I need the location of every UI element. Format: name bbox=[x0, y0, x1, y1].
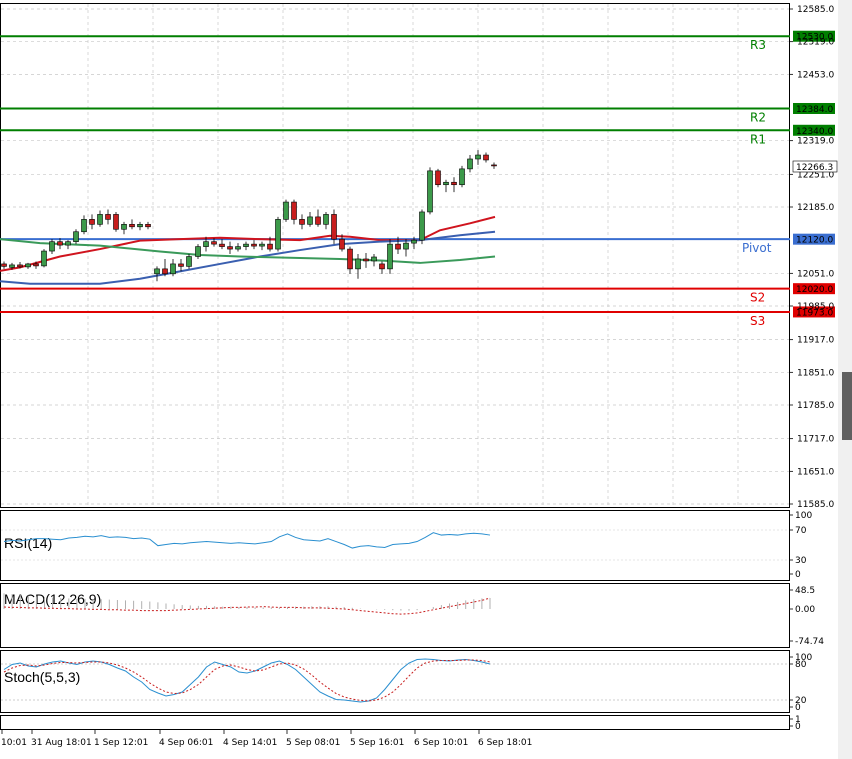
candlestick[interactable] bbox=[435, 168, 441, 188]
indicator-tick-label: 30 bbox=[795, 556, 807, 566]
price-tick-label: 11717.0 bbox=[797, 435, 834, 445]
candlestick[interactable] bbox=[41, 249, 47, 268]
candlestick[interactable] bbox=[459, 165, 465, 188]
level-name-pivot: Pivot bbox=[742, 241, 772, 255]
current-price-tag: 12266.3 bbox=[792, 160, 838, 173]
canvas-bg bbox=[0, 0, 852, 759]
price-tick-label: 11917.0 bbox=[797, 336, 834, 346]
indicator-tick-label: 80 bbox=[795, 660, 807, 670]
time-tick-label: 5 Sep 08:01 bbox=[286, 738, 340, 748]
candlestick[interactable] bbox=[73, 229, 79, 245]
price-tick-label: 11585.0 bbox=[797, 500, 834, 510]
candlestick[interactable] bbox=[387, 239, 393, 274]
price-tick-label: 12051.0 bbox=[797, 269, 834, 279]
level-price-label: 12340.0 bbox=[796, 127, 833, 137]
candlestick[interactable] bbox=[283, 199, 289, 222]
candlestick[interactable] bbox=[427, 167, 433, 215]
indicator-tick-label: 0 bbox=[795, 722, 801, 732]
indicator-tick-label: -74.74 bbox=[795, 637, 824, 647]
candlestick[interactable] bbox=[331, 209, 337, 245]
time-tick-label: 31 Aug 18:01 bbox=[31, 738, 92, 748]
stoch-label: Stoch(5,5,3) bbox=[4, 669, 80, 685]
candlestick[interactable] bbox=[113, 211, 119, 232]
indicator-tick-label: 100 bbox=[795, 511, 812, 521]
price-tick-label: 11651.0 bbox=[797, 467, 834, 477]
level-name-r3: R3 bbox=[750, 38, 766, 52]
price-tick-label: 11851.0 bbox=[797, 368, 834, 378]
level-name-r1: R1 bbox=[750, 132, 766, 146]
candlestick[interactable] bbox=[186, 254, 192, 269]
price-tick-label: 11985.0 bbox=[797, 302, 834, 312]
price-tick-label: 12185.0 bbox=[797, 203, 834, 213]
indicator-tick-label: 0 bbox=[795, 570, 801, 580]
indicator-tick-label: 48.5 bbox=[795, 586, 815, 596]
trading-chart[interactable]: 12530.0R312384.0R212340.0R112120.0Pivot1… bbox=[0, 0, 852, 759]
price-tick-label: 12319.0 bbox=[797, 137, 834, 147]
price-tick-label: 12519.0 bbox=[797, 38, 834, 48]
indicator-tick-label: 0 bbox=[795, 703, 801, 713]
time-tick-label: 10:01 bbox=[1, 738, 27, 748]
time-tick-label: 5 Sep 16:01 bbox=[350, 738, 404, 748]
time-tick-label: 4 Sep 06:01 bbox=[159, 738, 213, 748]
rsi-label: RSI(14) bbox=[4, 535, 52, 551]
current-price-label: 12266.3 bbox=[796, 163, 833, 173]
level-name-r2: R2 bbox=[750, 110, 766, 124]
time-tick-label: 4 Sep 14:01 bbox=[223, 738, 277, 748]
price-tick-label: 12453.0 bbox=[797, 70, 834, 80]
candlestick[interactable] bbox=[419, 209, 425, 245]
candlestick[interactable] bbox=[195, 244, 201, 259]
level-price-label: 12020.0 bbox=[796, 285, 833, 295]
candlestick[interactable] bbox=[275, 216, 281, 252]
level-price-label: 12384.0 bbox=[796, 105, 833, 115]
indicator-tick-label: 70 bbox=[795, 526, 807, 536]
level-price-label: 12120.0 bbox=[796, 236, 833, 246]
time-tick-label: 6 Sep 18:01 bbox=[478, 738, 532, 748]
time-tick-label: 1 Sep 12:01 bbox=[94, 738, 148, 748]
level-name-s3: S3 bbox=[750, 314, 765, 328]
indicator-tick-label: 0.00 bbox=[795, 605, 815, 615]
right-edge-scroll[interactable] bbox=[842, 372, 852, 440]
price-tick-label: 12585.0 bbox=[797, 5, 834, 15]
level-name-s2: S2 bbox=[750, 291, 765, 305]
time-tick-label: 6 Sep 10:01 bbox=[414, 738, 468, 748]
price-tick-label: 11785.0 bbox=[797, 401, 834, 411]
